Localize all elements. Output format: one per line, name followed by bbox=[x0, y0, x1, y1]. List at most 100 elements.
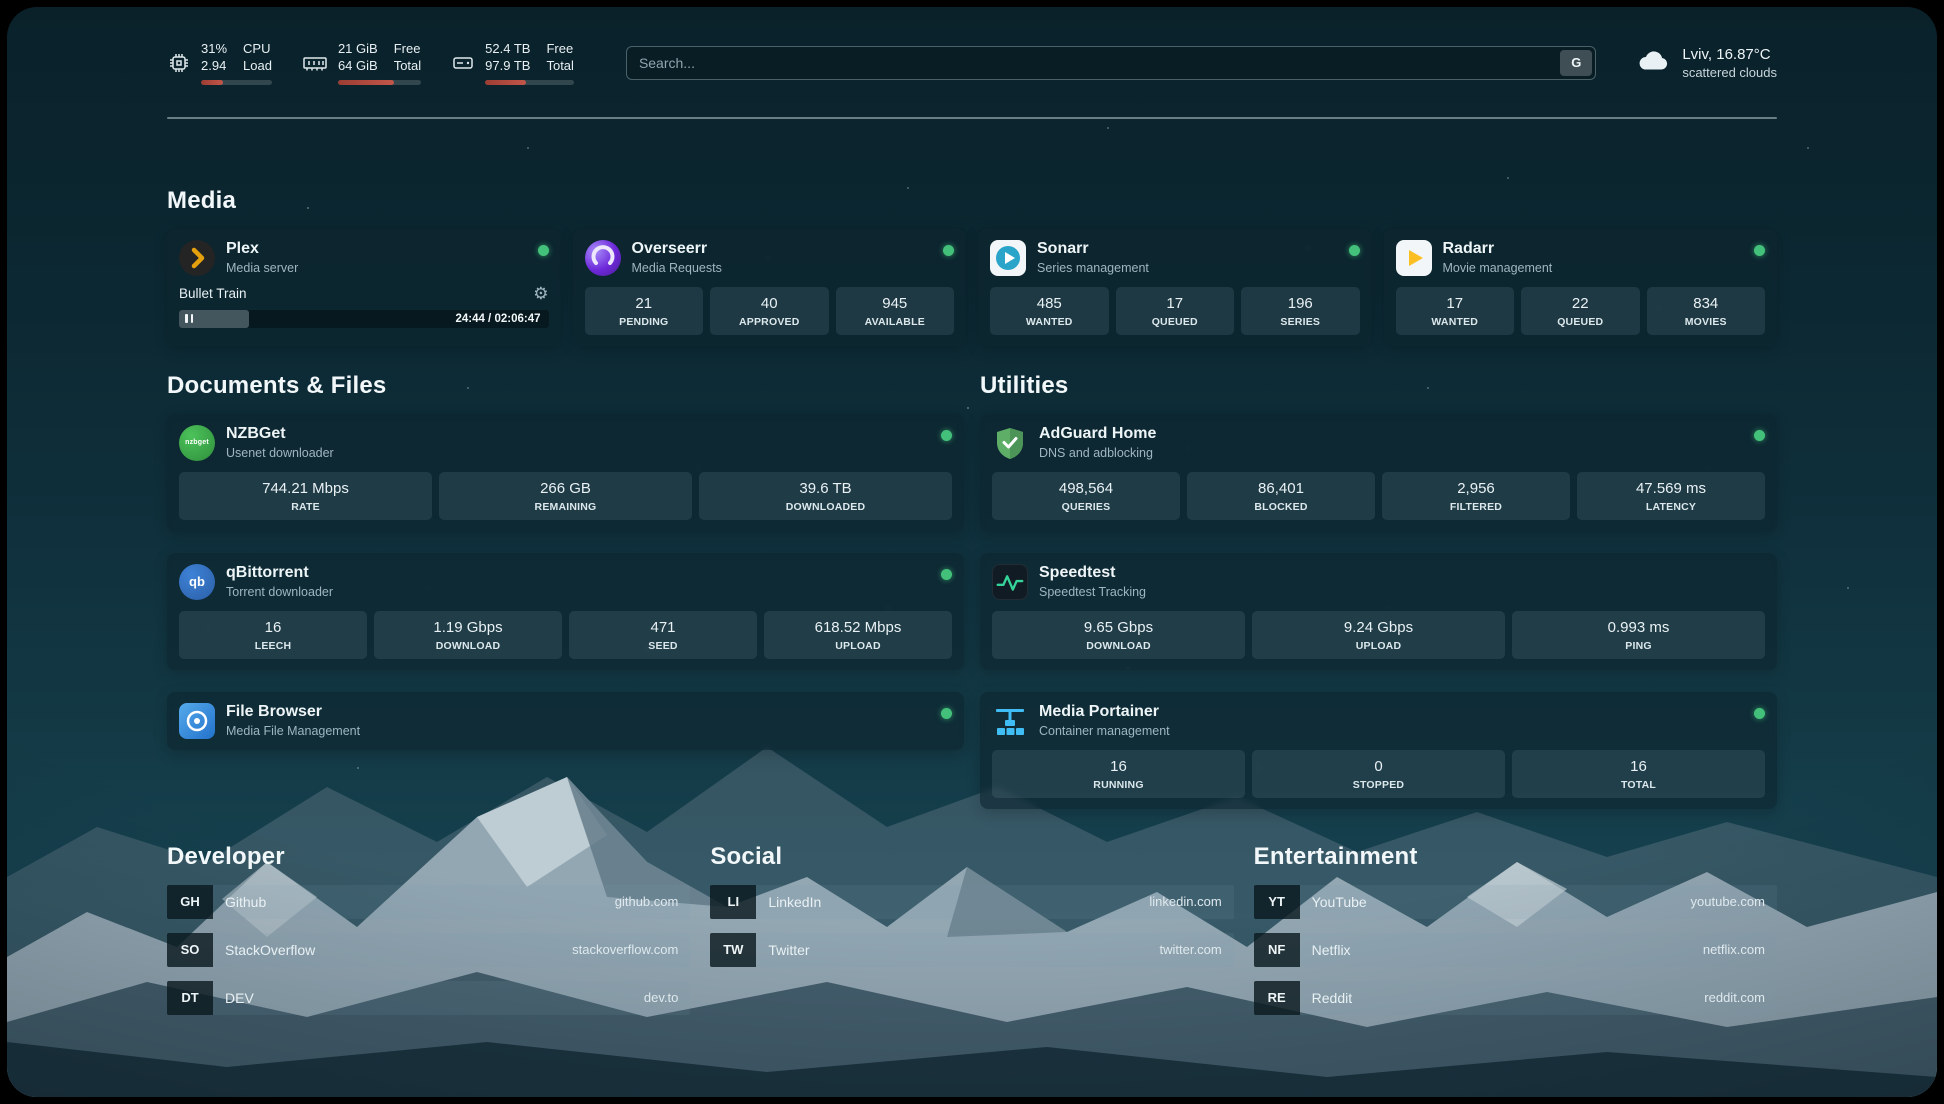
bookmarks-entertainment: Entertainment YT YouTube youtube.com NF … bbox=[1254, 843, 1777, 1015]
weather-location: Lviv, 16.87°C bbox=[1682, 46, 1777, 63]
cloud-icon bbox=[1634, 46, 1672, 79]
bookmark-reddit[interactable]: RE Reddit reddit.com bbox=[1254, 981, 1777, 1015]
cpu-label-top: CPU bbox=[243, 41, 272, 58]
snow-specks bbox=[7, 7, 9, 9]
disk-free: 52.4 TB bbox=[485, 41, 530, 58]
reddit-icon: RE bbox=[1254, 981, 1300, 1015]
pause-icon[interactable] bbox=[185, 314, 193, 323]
overseerr-icon bbox=[585, 240, 621, 276]
status-dot bbox=[1349, 245, 1360, 256]
github-icon: GH bbox=[167, 885, 213, 919]
app-name: qBittorrent bbox=[226, 564, 930, 582]
weather-widget: Lviv, 16.87°C scattered clouds bbox=[1634, 46, 1777, 80]
youtube-icon: YT bbox=[1254, 885, 1300, 919]
app-name: Sonarr bbox=[1037, 240, 1338, 258]
memory-icon bbox=[302, 51, 328, 75]
radarr-icon bbox=[1396, 240, 1432, 276]
sonarr-stat-wanted: 485 WANTED bbox=[990, 287, 1109, 335]
cpu-label-bottom: Load bbox=[243, 58, 272, 75]
ram-widget: 21 GiB 64 GiB Free Total bbox=[302, 41, 421, 85]
section-title-developer: Developer bbox=[167, 843, 690, 871]
app-card-qbittorrent[interactable]: qb qBittorrent Torrent downloader 16 bbox=[167, 553, 964, 670]
qbittorrent-icon: qb bbox=[179, 564, 215, 600]
disk-label-bottom: Total bbox=[546, 58, 573, 75]
radarr-stat-queued: 22 QUEUED bbox=[1521, 287, 1640, 335]
overseerr-stat-approved: 40 APPROVED bbox=[710, 287, 829, 335]
bookmark-netflix[interactable]: NF Netflix netflix.com bbox=[1254, 933, 1777, 967]
app-card-overseerr[interactable]: Overseerr Media Requests 21 PENDING 40 A… bbox=[573, 229, 967, 346]
status-dot bbox=[1754, 430, 1765, 441]
app-name: Speedtest bbox=[1039, 564, 1765, 582]
adguard-stat-queries: 498,564 QUERIES bbox=[992, 472, 1180, 520]
portainer-stat-stopped: 0 STOPPED bbox=[1252, 750, 1505, 798]
bookmark-github[interactable]: GH Github github.com bbox=[167, 885, 690, 919]
bookmarks-social: Social LI LinkedIn linkedin.com TW Twitt… bbox=[710, 843, 1233, 1015]
app-name: AdGuard Home bbox=[1039, 425, 1743, 443]
disk-label-top: Free bbox=[546, 41, 573, 58]
adguard-icon bbox=[992, 425, 1028, 461]
overseerr-stat-available: 945 AVAILABLE bbox=[836, 287, 955, 335]
utilities-column: Utilities bbox=[980, 372, 1777, 809]
dev-icon: DT bbox=[167, 981, 213, 1015]
section-title-entertainment: Entertainment bbox=[1254, 843, 1777, 871]
search-input[interactable] bbox=[626, 46, 1596, 80]
app-name: Plex bbox=[226, 240, 527, 258]
radarr-stat-movies: 834 MOVIES bbox=[1647, 287, 1766, 335]
app-card-speedtest[interactable]: Speedtest Speedtest Tracking 9.65 Gbps D… bbox=[980, 553, 1777, 670]
status-dot bbox=[943, 245, 954, 256]
status-dot bbox=[538, 245, 549, 256]
weather-condition: scattered clouds bbox=[1682, 65, 1777, 80]
qbittorrent-stat-download: 1.19 Gbps DOWNLOAD bbox=[374, 611, 562, 659]
bookmark-youtube[interactable]: YT YouTube youtube.com bbox=[1254, 885, 1777, 919]
app-card-sonarr[interactable]: Sonarr Series management 485 WANTED 17 Q… bbox=[978, 229, 1372, 346]
radarr-stat-wanted: 17 WANTED bbox=[1396, 287, 1515, 335]
linkedin-icon: LI bbox=[710, 885, 756, 919]
now-playing-title: Bullet Train bbox=[179, 286, 533, 301]
header-divider bbox=[167, 117, 1777, 119]
disk-widget: 52.4 TB 97.9 TB Free Total bbox=[451, 41, 574, 85]
section-title-social: Social bbox=[710, 843, 1233, 871]
playback-time: 24:44 / 02:06:47 bbox=[455, 313, 548, 325]
app-desc: Movie management bbox=[1443, 261, 1744, 275]
status-dot bbox=[1754, 245, 1765, 256]
app-name: Media Portainer bbox=[1039, 703, 1743, 721]
app-name: File Browser bbox=[226, 703, 930, 721]
app-desc: Media File Management bbox=[226, 724, 930, 738]
bookmarks-developer: Developer GH Github github.com SO StackO… bbox=[167, 843, 690, 1015]
settings-gear-icon[interactable]: ⚙ bbox=[533, 285, 548, 302]
app-card-adguard[interactable]: AdGuard Home DNS and adblocking 498,564 … bbox=[980, 414, 1777, 531]
portainer-icon bbox=[992, 703, 1028, 739]
section-title-utilities: Utilities bbox=[980, 372, 1777, 400]
netflix-icon: NF bbox=[1254, 933, 1300, 967]
disk-total: 97.9 TB bbox=[485, 58, 530, 75]
plex-icon bbox=[179, 240, 215, 276]
app-name: NZBGet bbox=[226, 425, 930, 443]
filebrowser-icon bbox=[179, 703, 215, 739]
ram-label-top: Free bbox=[394, 41, 421, 58]
dashboard-frame: 31% 2.94 CPU Load bbox=[7, 7, 1937, 1097]
app-card-filebrowser[interactable]: File Browser Media File Management bbox=[167, 692, 964, 750]
bookmark-stackoverflow[interactable]: SO StackOverflow stackoverflow.com bbox=[167, 933, 690, 967]
app-desc: Media server bbox=[226, 261, 527, 275]
search-engine-button[interactable]: G bbox=[1560, 50, 1592, 76]
app-card-nzbget[interactable]: nzbget NZBGet Usenet downloader 744.21 M… bbox=[167, 414, 964, 531]
section-title-documents: Documents & Files bbox=[167, 372, 964, 400]
sonarr-icon bbox=[990, 240, 1026, 276]
media-cards-row: Plex Media server Bullet Train ⚙ 24:44 /… bbox=[167, 229, 1777, 346]
adguard-stat-latency: 47.569 ms LATENCY bbox=[1577, 472, 1765, 520]
sonarr-stat-queued: 17 QUEUED bbox=[1116, 287, 1235, 335]
bookmark-twitter[interactable]: TW Twitter twitter.com bbox=[710, 933, 1233, 967]
cpu-widget: 31% 2.94 CPU Load bbox=[167, 41, 272, 85]
bookmark-linkedin[interactable]: LI LinkedIn linkedin.com bbox=[710, 885, 1233, 919]
qbittorrent-stat-seed: 471 SEED bbox=[569, 611, 757, 659]
qbittorrent-stat-leech: 16 LEECH bbox=[179, 611, 367, 659]
app-desc: Container management bbox=[1039, 724, 1743, 738]
bookmark-dev[interactable]: DT DEV dev.to bbox=[167, 981, 690, 1015]
qbittorrent-stat-upload: 618.52 Mbps UPLOAD bbox=[764, 611, 952, 659]
cpu-chip-icon bbox=[167, 51, 191, 75]
app-card-radarr[interactable]: Radarr Movie management 17 WANTED 22 QUE… bbox=[1384, 229, 1778, 346]
hard-drive-icon bbox=[451, 51, 475, 75]
app-card-portainer[interactable]: Media Portainer Container management 16 … bbox=[980, 692, 1777, 809]
app-card-plex[interactable]: Plex Media server Bullet Train ⚙ 24:44 /… bbox=[167, 229, 561, 346]
documents-column: Documents & Files nzbget NZBGet Usenet d… bbox=[167, 372, 964, 809]
